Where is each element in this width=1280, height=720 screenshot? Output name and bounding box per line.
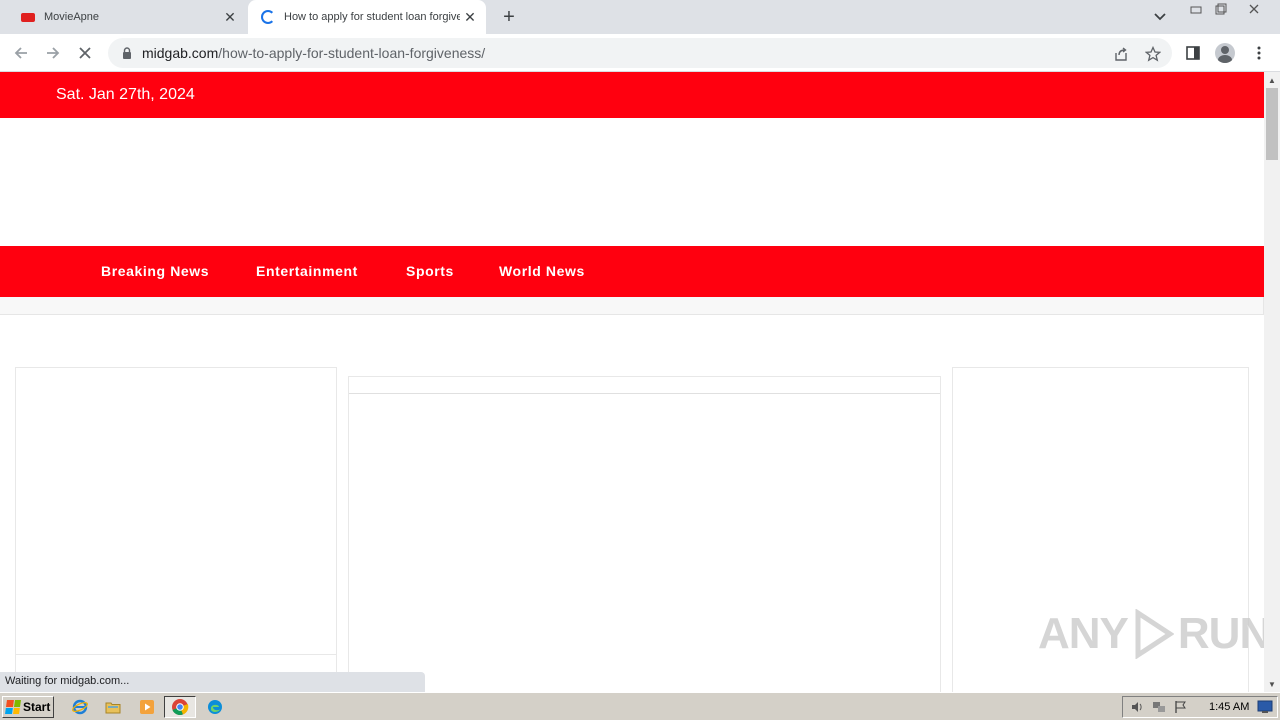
nav-world-news[interactable]: World News — [499, 263, 585, 279]
main-navigation: Breaking News Entertainment Sports World… — [0, 246, 1264, 297]
tab-close-icon[interactable]: ✕ — [220, 7, 240, 27]
window-restore-icon[interactable] — [1209, 0, 1233, 18]
browser-toolbar: midgab.com/how-to-apply-for-student-loan… — [0, 34, 1280, 72]
tab-title: How to apply for student loan forgivenes… — [284, 11, 460, 23]
profile-avatar-icon[interactable] — [1214, 42, 1236, 64]
stop-loading-icon[interactable] — [74, 42, 96, 64]
scroll-up-arrow-icon[interactable]: ▲ — [1264, 72, 1280, 88]
watermark-left-text: ANY — [1038, 609, 1129, 658]
windows-logo-icon — [5, 700, 21, 714]
watermark-play-icon — [1135, 609, 1174, 659]
forward-arrow-icon[interactable] — [42, 42, 64, 64]
file-explorer-icon[interactable] — [104, 698, 122, 716]
scroll-down-arrow-icon[interactable]: ▼ — [1264, 676, 1280, 692]
new-tab-plus-icon[interactable]: + — [498, 6, 520, 28]
tab-title: MovieApne — [44, 11, 100, 23]
system-tray: 1:45 AM — [1122, 696, 1278, 718]
lock-icon[interactable] — [120, 47, 134, 59]
window-minimize-icon[interactable] — [1184, 0, 1208, 18]
tab-student-loan[interactable]: How to apply for student loan forgivenes… — [248, 0, 486, 34]
url-host: midgab.com — [142, 45, 219, 61]
tab-movieapne[interactable]: MovieApne ✕ — [8, 0, 246, 34]
page-scrollbar[interactable]: ▲ ▼ — [1264, 72, 1280, 692]
page-viewport: Sat. Jan 27th, 2024 Breaking News Entert… — [0, 72, 1264, 692]
main-article-area — [348, 376, 941, 692]
top-date-bar: Sat. Jan 27th, 2024 — [0, 72, 1264, 118]
show-desktop-icon[interactable] — [1257, 700, 1273, 714]
edge-browser-icon[interactable] — [206, 698, 224, 716]
windows-taskbar: Start 1:45 AM — [0, 692, 1280, 720]
start-label: Start — [23, 700, 51, 714]
side-panel-icon[interactable] — [1182, 42, 1204, 64]
back-arrow-icon[interactable] — [10, 42, 32, 64]
tab-search-chevron-icon[interactable] — [1150, 8, 1170, 26]
current-date: Sat. Jan 27th, 2024 — [56, 86, 195, 103]
window-close-icon[interactable] — [1236, 0, 1272, 18]
taskbar-clock[interactable]: 1:45 AM — [1209, 701, 1249, 713]
network-icon[interactable] — [1151, 699, 1167, 715]
action-center-flag-icon[interactable] — [1173, 699, 1189, 715]
sidebar-divider — [16, 654, 336, 655]
anyrun-watermark: ANY RUN — [1038, 609, 1264, 659]
left-sidebar — [15, 367, 337, 692]
bookmark-star-icon[interactable] — [1144, 45, 1162, 63]
sub-navigation-bar — [0, 297, 1264, 315]
nav-sports[interactable]: Sports — [406, 263, 454, 279]
url-path: /how-to-apply-for-student-loan-forgivene… — [218, 45, 486, 61]
scroll-thumb[interactable] — [1266, 88, 1278, 160]
article-header-strip — [349, 377, 940, 394]
media-player-icon[interactable] — [138, 698, 156, 716]
share-icon[interactable] — [1112, 45, 1130, 63]
browser-menu-kebab-icon[interactable] — [1248, 42, 1270, 64]
status-bubble: Waiting for midgab.com... — [0, 672, 425, 692]
chrome-taskbar-icon[interactable] — [164, 696, 196, 718]
address-bar[interactable]: midgab.com/how-to-apply-for-student-loan… — [108, 38, 1172, 68]
tab-strip: MovieApne ✕ How to apply for student loa… — [0, 0, 1280, 34]
internet-explorer-icon[interactable] — [71, 698, 89, 716]
url-text: midgab.com/how-to-apply-for-student-loan… — [142, 45, 485, 61]
tab-close-icon[interactable]: ✕ — [460, 7, 480, 27]
loading-spinner-icon — [260, 9, 276, 25]
volume-icon[interactable] — [1129, 699, 1145, 715]
movieapne-favicon-icon — [20, 9, 36, 25]
nav-breaking-news[interactable]: Breaking News — [101, 263, 209, 279]
start-button[interactable]: Start — [2, 696, 54, 718]
watermark-right-text: RUN — [1177, 609, 1264, 658]
nav-entertainment[interactable]: Entertainment — [256, 263, 358, 279]
